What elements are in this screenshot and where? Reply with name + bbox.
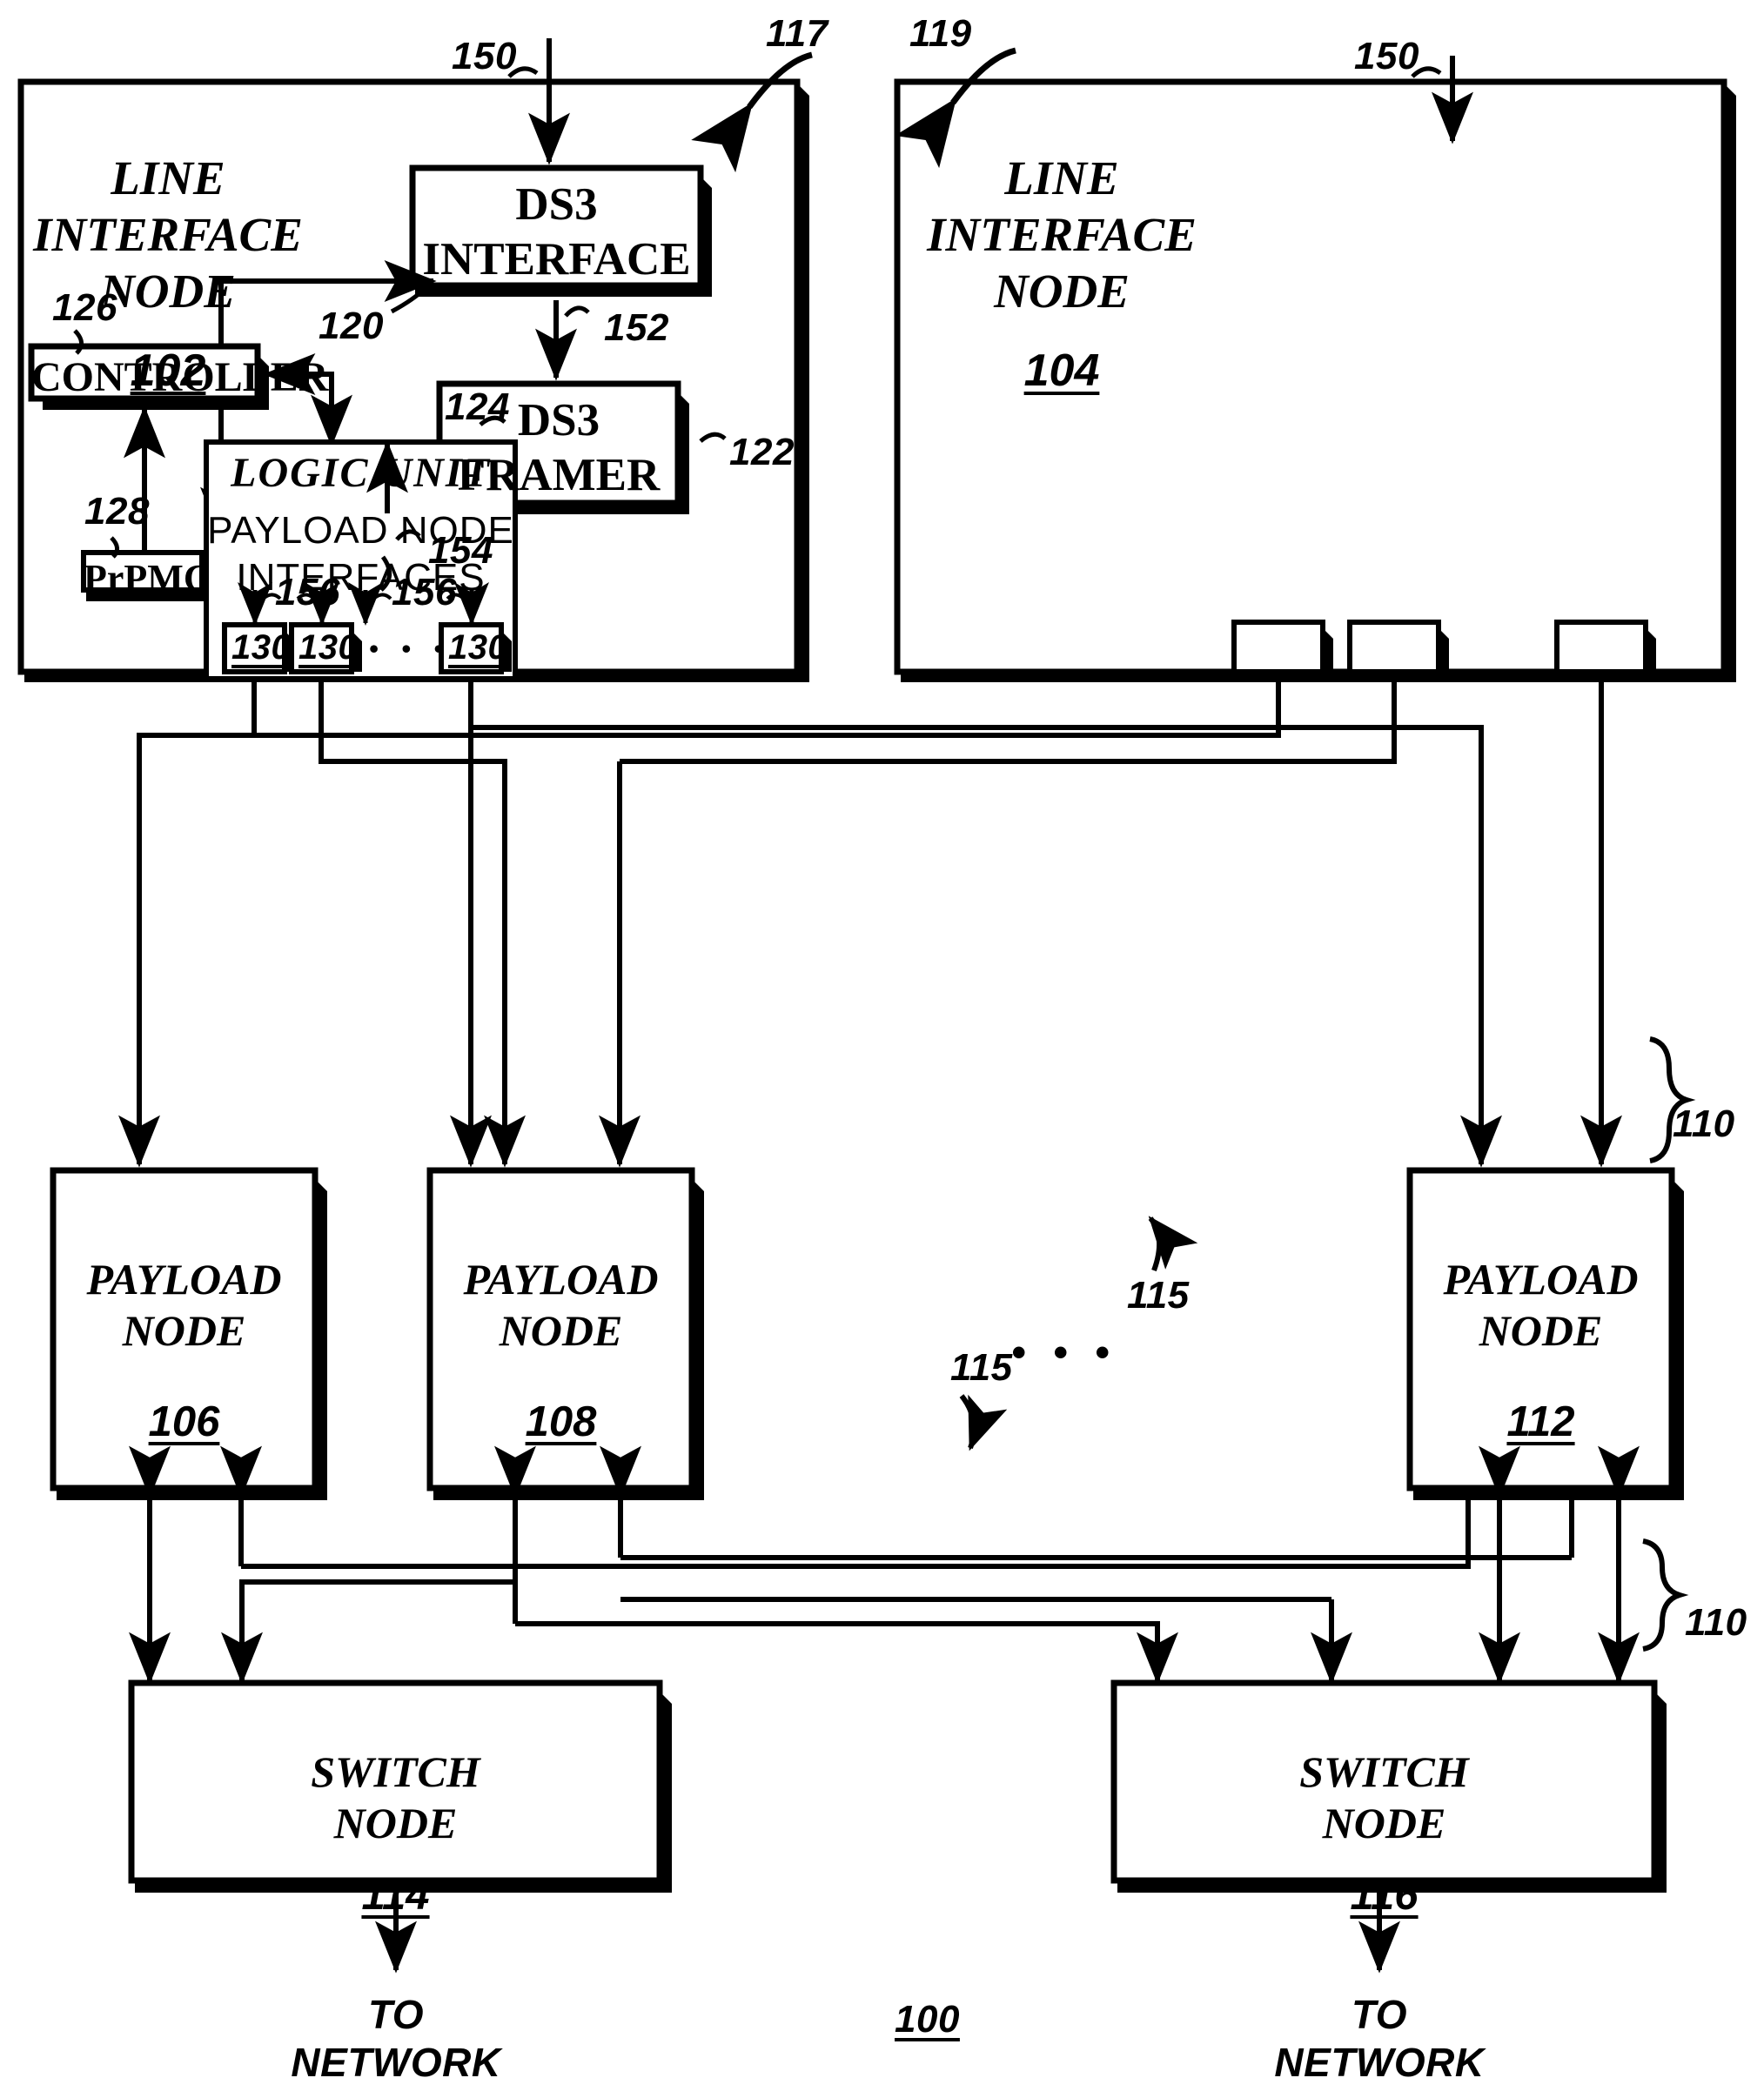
port-130-a: 130	[231, 628, 292, 667]
payload-node-106-ref: 106	[148, 1398, 220, 1445]
lower-interconnect-bus-110	[129, 1445, 1640, 1685]
ref-119: 119	[909, 12, 972, 55]
payload-node-112-label: PAYLOAD NODE 112	[1410, 1203, 1672, 1498]
ref-120: 120	[319, 305, 384, 347]
upper-interconnect-bus-110	[118, 682, 1622, 1168]
ds3-interface-label: DS3 INTERFACE	[422, 179, 691, 285]
switch-node-114-label: SWITCH NODE 114	[131, 1695, 660, 1972]
ref-128: 128	[84, 490, 150, 533]
ref-150-right: 150	[1354, 35, 1419, 77]
payload-node-112-name: PAYLOAD NODE	[1443, 1255, 1639, 1355]
payload-node-108-label: PAYLOAD NODE 108	[430, 1203, 692, 1498]
switch-node-114-name: SWITCH NODE	[311, 1747, 480, 1847]
patent-figure-100: 117 119 150 150 120 152 122 126 154 124 …	[0, 0, 1764, 2098]
bracket-110-lower	[1642, 1538, 1689, 1652]
payload-node-108-name: PAYLOAD NODE	[463, 1255, 659, 1355]
ref-117: 117	[766, 12, 828, 55]
lead-120	[390, 285, 428, 314]
payload-node-112-ref: 112	[1506, 1398, 1575, 1445]
lead-115-lower	[959, 1394, 1008, 1451]
payload-node-ellipsis: • • •	[1011, 1328, 1118, 1377]
controller-label: CONTROLLER	[31, 354, 329, 400]
ref-122: 122	[729, 431, 795, 473]
line-interface-node-104-ports	[1231, 620, 1656, 674]
ref-110-upper: 110	[1673, 1103, 1735, 1145]
port-130-b: 130	[298, 628, 359, 667]
ref-115-upper: 115	[1127, 1274, 1190, 1317]
to-network-label-114: TO NETWORK	[291, 1992, 501, 2086]
ref-150-left: 150	[452, 35, 517, 77]
lead-115-upper	[1148, 1216, 1198, 1272]
ref-110-lower: 110	[1685, 1601, 1747, 1644]
prpmc-label: PrPMC	[84, 557, 211, 600]
switch-node-114-ref: 114	[361, 1871, 430, 1919]
line-interface-node-102-name: LINE INTERFACE NODE	[33, 151, 303, 318]
ref-152: 152	[604, 306, 669, 349]
switch-node-116-ref: 116	[1350, 1871, 1419, 1919]
to-network-label-116: TO NETWORK	[1274, 1992, 1485, 2086]
line-interface-node-104-name: LINE INTERFACE NODE	[927, 151, 1197, 318]
payload-node-106-name: PAYLOAD NODE	[86, 1255, 282, 1355]
ref-100-figure: 100	[895, 1998, 960, 2041]
switch-node-116-label: SWITCH NODE 116	[1114, 1695, 1654, 1972]
line-interface-node-104-ref: 104	[1023, 345, 1100, 397]
line-interface-node-104-label: LINE INTERFACE NODE 104	[918, 94, 1205, 454]
ref-115-lower: 115	[950, 1346, 1013, 1389]
logic-unit-label: LOGIC UNIT	[231, 450, 491, 496]
payload-node-108-ref: 108	[525, 1398, 597, 1445]
port-130-c: 130	[448, 628, 508, 667]
port-ellipsis: • • •	[369, 633, 452, 664]
payload-node-interfaces-label: PAYLOAD NODE INTERFACES	[207, 509, 514, 599]
switch-node-116-name: SWITCH NODE	[1299, 1747, 1469, 1847]
payload-node-106-label: PAYLOAD NODE 106	[53, 1203, 315, 1498]
signal-152-arrow	[535, 300, 590, 381]
